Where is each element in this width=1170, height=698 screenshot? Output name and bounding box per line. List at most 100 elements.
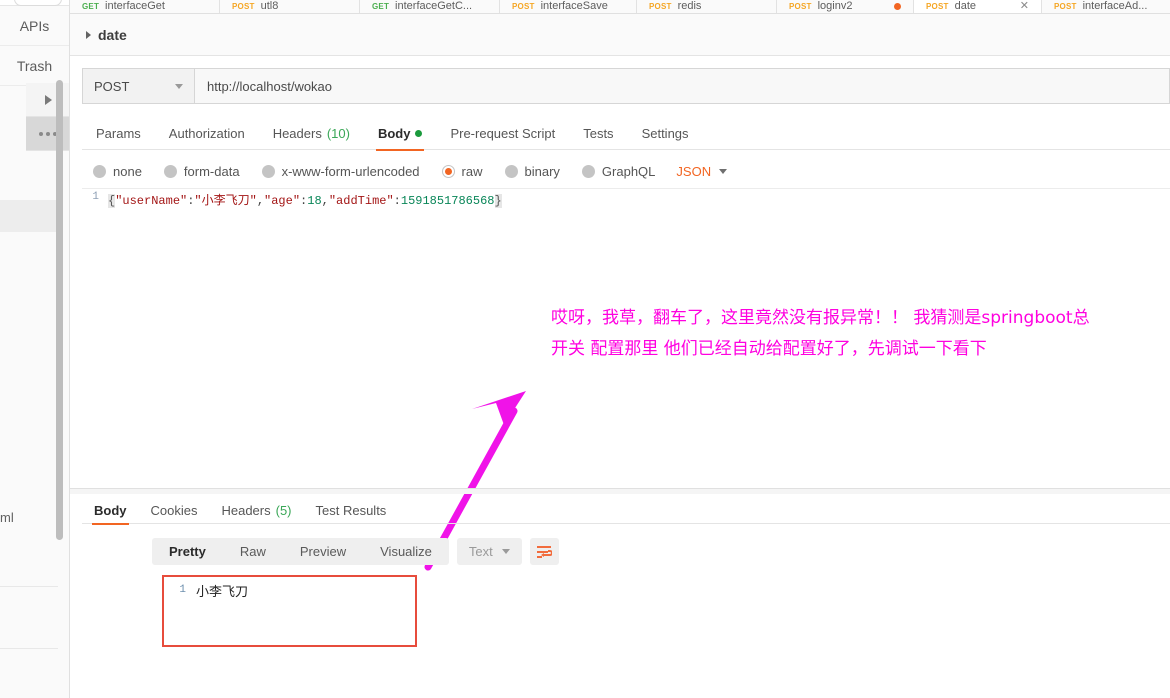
- word-wrap-icon: [537, 545, 553, 558]
- radio-graphql-label: GraphQL: [601, 163, 656, 179]
- tab-title: interfaceAd...: [1082, 0, 1148, 12]
- sidebar-item-trash-label: Trash: [16, 57, 53, 74]
- tab-interfaceAd[interactable]: POST interfaceAd...: [1042, 0, 1170, 13]
- response-tab-cookies[interactable]: Cookies: [139, 498, 210, 524]
- sidebar-scrollbar[interactable]: [56, 80, 63, 540]
- main-area: GET interfaceGet POST utl8 GET interface…: [70, 0, 1170, 698]
- tab-tests[interactable]: Tests: [569, 118, 627, 150]
- chevron-down-icon: [175, 83, 183, 89]
- json-close-brace: }: [494, 194, 502, 208]
- sidebar-action-buttons: [26, 83, 69, 151]
- tab-title: interfaceGetC...: [395, 0, 473, 12]
- response-view-mode-group: Pretty Raw Preview Visualize: [152, 538, 449, 565]
- view-mode-visualize[interactable]: Visualize: [363, 538, 449, 565]
- tab-pre-request-script-label: Pre-request Script: [450, 126, 556, 141]
- radio-icon: [581, 164, 595, 178]
- http-method-select[interactable]: POST: [82, 68, 195, 104]
- radio-raw-label: raw: [461, 163, 483, 179]
- json-comma: ,: [321, 194, 329, 208]
- run-button[interactable]: [26, 83, 69, 117]
- raw-format-select[interactable]: JSON: [666, 164, 737, 179]
- sidebar-item-apis[interactable]: APIs: [0, 6, 69, 46]
- json-key-username: "userName": [115, 194, 188, 208]
- request-tab-strip: GET interfaceGet POST utl8 GET interface…: [70, 0, 1170, 14]
- annotation-text: 哎呀，我草，翻车了，这里竟然没有报异常！！ 我猜测是springboot总 开关…: [551, 303, 1170, 365]
- radio-form-data[interactable]: form-data: [153, 164, 251, 179]
- tab-title: redis: [677, 0, 702, 12]
- sidebar-divider-1: [0, 586, 58, 587]
- tab-body[interactable]: Body: [364, 118, 437, 151]
- tab-date[interactable]: POST date ✕: [914, 0, 1042, 13]
- response-tab-test-results[interactable]: Test Results: [304, 498, 399, 524]
- view-mode-pretty[interactable]: Pretty: [152, 538, 223, 565]
- tab-redis[interactable]: POST redis: [637, 0, 777, 13]
- tab-interfaceGetC[interactable]: GET interfaceGetC...: [360, 0, 500, 13]
- tab-headers-label: Headers: [272, 126, 322, 141]
- radio-icon: [261, 164, 275, 178]
- tab-loginv2[interactable]: POST loginv2: [777, 0, 914, 13]
- view-mode-preview[interactable]: Preview: [283, 538, 363, 565]
- radio-form-data-label: form-data: [183, 163, 240, 179]
- annotation-line-1: 哎呀，我草，翻车了，这里竟然没有报异常！！ 我猜测是springboot总: [551, 308, 1090, 328]
- response-tab-body[interactable]: Body: [82, 498, 139, 525]
- headers-count: (10): [326, 126, 350, 141]
- tab-params[interactable]: Params: [82, 118, 155, 150]
- tab-authorization[interactable]: Authorization: [155, 118, 259, 150]
- url-value: http://localhost/wokao: [207, 78, 333, 94]
- json-value-username: "小李飞刀": [194, 194, 257, 208]
- request-section-tabs: Params Authorization Headers (10) Body P…: [82, 118, 1170, 151]
- breadcrumb-label: date: [98, 26, 127, 43]
- tab-headers[interactable]: Headers (10): [259, 118, 364, 150]
- tab-params-label: Params: [96, 126, 141, 141]
- tab-method-label: POST: [512, 1, 535, 11]
- radio-none[interactable]: none: [82, 164, 153, 179]
- json-key-age: "age": [264, 194, 301, 208]
- tab-interfaceGet[interactable]: GET interfaceGet: [70, 0, 220, 13]
- sidebar-item-apis-label: APIs: [19, 17, 50, 34]
- radio-binary-label: binary: [524, 163, 560, 179]
- tab-title: loginv2: [817, 0, 853, 12]
- response-headers-count: (5): [275, 503, 292, 518]
- tab-method-label: GET: [82, 1, 100, 11]
- more-actions-button[interactable]: [26, 117, 69, 151]
- response-tab-headers[interactable]: Headers (5): [209, 498, 303, 524]
- response-section-tabs: Body Cookies Headers (5) Test Results: [82, 498, 1170, 525]
- editor-code: {"userName":"小李飞刀","age":18,"addTime":15…: [108, 191, 502, 208]
- response-tab-test-results-label: Test Results: [315, 503, 387, 518]
- sidebar-divider-2: [0, 648, 58, 649]
- radio-icon-selected: [441, 164, 455, 178]
- tab-title: interfaceGet: [105, 0, 165, 12]
- tab-method-label: POST: [926, 1, 949, 11]
- tab-pre-request-script[interactable]: Pre-request Script: [436, 118, 569, 150]
- url-input[interactable]: http://localhost/wokao: [195, 68, 1170, 104]
- postman-window: APIs Trash ml GET interfaceGet POST utl8…: [0, 0, 1170, 698]
- tab-body-label: Body: [377, 126, 411, 141]
- json-key-addtime: "addTime": [328, 194, 394, 208]
- sidebar-placeholder-row: [0, 200, 58, 232]
- close-icon[interactable]: ✕: [1020, 0, 1029, 12]
- tab-method-label: POST: [1054, 1, 1077, 11]
- line-number: 1: [92, 191, 99, 203]
- tab-tests-label: Tests: [583, 126, 614, 141]
- tab-utl8[interactable]: POST utl8: [220, 0, 360, 13]
- response-tab-body-label: Body: [94, 503, 127, 518]
- view-mode-raw[interactable]: Raw: [223, 538, 283, 565]
- word-wrap-button[interactable]: [529, 538, 559, 565]
- body-type-radio-group: none form-data x-www-form-urlencoded raw…: [82, 158, 1170, 184]
- response-format-select[interactable]: Text: [456, 538, 522, 565]
- tab-title: interfaceSave: [540, 0, 608, 12]
- radio-raw[interactable]: raw: [431, 164, 494, 179]
- breadcrumb: date: [70, 14, 1170, 56]
- tab-method-label: POST: [649, 1, 672, 11]
- json-value-age: 18: [307, 194, 322, 208]
- response-body-text: 小李飞刀: [196, 584, 249, 600]
- triangle-right-icon[interactable]: [86, 30, 91, 39]
- tab-settings[interactable]: Settings: [628, 118, 703, 150]
- body-present-dot-icon: [415, 130, 423, 137]
- tab-method-label: GET: [372, 1, 390, 11]
- response-tab-headers-label: Headers: [221, 503, 271, 518]
- radio-graphql[interactable]: GraphQL: [571, 164, 666, 179]
- radio-x-www-form-urlencoded[interactable]: x-www-form-urlencoded: [251, 164, 431, 179]
- tab-interfaceSave[interactable]: POST interfaceSave: [500, 0, 637, 13]
- radio-binary[interactable]: binary: [494, 164, 571, 179]
